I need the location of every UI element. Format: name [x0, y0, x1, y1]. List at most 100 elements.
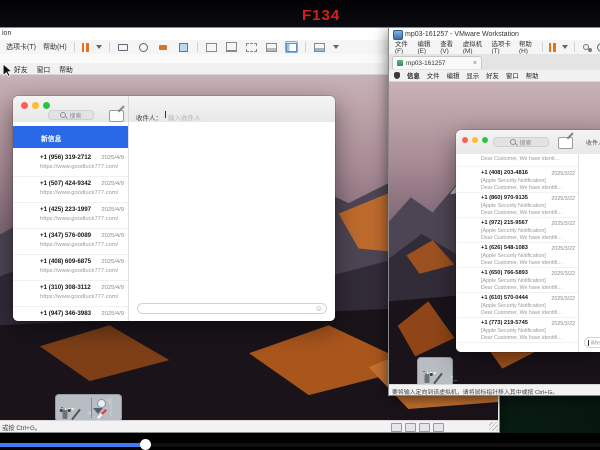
messages-app-window: 搜索 收件人 Dear Customer, We have identi… +1… [456, 130, 600, 352]
compose-button[interactable] [558, 137, 573, 149]
menu-help[interactable]: 帮助(H) [519, 39, 536, 55]
zoom-button[interactable] [482, 137, 488, 143]
menu-edit[interactable]: 编辑(E) [417, 39, 434, 55]
pause-vm-icon[interactable] [82, 43, 89, 52]
pause-dropdown-icon[interactable] [562, 45, 568, 49]
conversation-item[interactable]: +1 (947) 346-3983 2025/4/9 [13, 306, 128, 321]
menu-tabs[interactable]: 选项卡(T) [6, 42, 36, 52]
conversation-item[interactable]: +1 (408) 609-6875 2025/4/9 https://www.g… [13, 254, 128, 281]
conversation-item[interactable]: +1 (956) 319-2712 2025/4/9 https://www.g… [13, 150, 128, 177]
conversation-item[interactable]: +1 (507) 424-9342 2025/4/9 https://www.g… [13, 176, 128, 203]
snapshot-manage-icon[interactable] [177, 41, 190, 53]
text-caret [588, 340, 589, 346]
menu-file[interactable]: 文件(F) [395, 39, 411, 55]
menu-buddies[interactable]: 好友 [14, 64, 28, 74]
separator [542, 42, 543, 52]
separator [197, 42, 198, 52]
to-field-placeholder[interactable]: 输入收件人 [168, 112, 201, 122]
menu-help[interactable]: 帮助(H) [43, 42, 67, 52]
conversation-item[interactable]: +1 (310) 308-3112 2025/4/9 https://www.g… [13, 280, 128, 307]
snapshot-revert-icon[interactable] [137, 41, 150, 53]
conversation-item[interactable]: +1 (650) 766-5893 2025/3/22 [Apple Secur… [456, 267, 578, 293]
menu-tabs[interactable]: 选项卡(T) [492, 39, 513, 55]
usb-status-icon[interactable] [433, 423, 444, 432]
player-progress-knob[interactable] [140, 439, 151, 450]
conversation-list: Dear Customer, We have identi… +1 (408) … [456, 154, 579, 352]
menu-view[interactable]: 查看(V) [440, 39, 457, 55]
menu-help[interactable]: 帮助 [526, 71, 539, 80]
thumbnail-bar-icon[interactable] [313, 41, 326, 53]
search-icon [60, 112, 66, 118]
separator [574, 42, 575, 52]
minimize-button[interactable] [472, 137, 478, 143]
menu-window[interactable]: 窗口 [37, 64, 51, 74]
vmware-statusbar: 或按 Ctrl+G。 [0, 420, 499, 432]
ctrl-alt-del-icon[interactable] [581, 41, 591, 53]
conversation-item[interactable]: +1 (860) 970-9135 2025/3/22 [Apple Secur… [456, 192, 578, 218]
tab-close-icon[interactable]: × [473, 60, 477, 67]
message-input[interactable]: ☺ [137, 303, 327, 314]
minimize-button[interactable] [32, 102, 39, 109]
dock [417, 357, 453, 387]
close-button[interactable] [462, 137, 468, 143]
compose-button[interactable] [109, 110, 124, 122]
search-icon [510, 139, 516, 145]
conversation-item[interactable]: +1 (972) 215-9567 2025/3/22 [Apple Secur… [456, 217, 578, 243]
snapshot-take-icon[interactable] [157, 41, 170, 53]
search-input[interactable]: 搜索 [48, 110, 94, 120]
vm-screen[interactable]: 信息 文件 编辑 显示 好友 窗口 帮助 [389, 70, 600, 387]
console-view-icon[interactable] [205, 41, 218, 53]
watermark-label: F134 [302, 7, 340, 24]
unity-mode-icon[interactable] [245, 41, 258, 53]
messages-titlebar[interactable]: 搜索 收件人： 输入收件人 [13, 96, 335, 123]
emoji-picker-icon[interactable]: ☺ [315, 305, 323, 313]
menu-window[interactable]: 窗口 [506, 71, 519, 80]
menu-vm[interactable]: 虚拟机(M) [463, 39, 486, 55]
conversation-new-message[interactable]: 新信息 [13, 126, 128, 148]
conversation-item[interactable]: +1 (626) 548-1083 2025/3/22 [Apple Secur… [456, 242, 578, 268]
cdrom-status-icon[interactable] [405, 423, 416, 432]
fullscreen-icon[interactable] [225, 41, 238, 53]
separator [109, 42, 110, 52]
menu-messages-app[interactable]: 信息 [407, 71, 420, 80]
menu-buddies[interactable]: 好友 [486, 71, 499, 80]
search-input[interactable]: 搜索 [493, 137, 549, 147]
video-top-band [0, 0, 600, 27]
separator [74, 42, 75, 52]
menu-view[interactable]: 显示 [466, 71, 479, 80]
pane-divider [128, 96, 129, 122]
conversation-item[interactable]: +1 (610) 570-0444 2025/3/22 [Apple Secur… [456, 292, 578, 318]
message-input[interactable]: iMessage [584, 337, 600, 348]
conversation-item-partial[interactable]: Dear Customer, We have identi… [456, 154, 578, 167]
dock-documents-icon[interactable] [110, 399, 112, 417]
apple-menu-icon[interactable] [394, 72, 400, 79]
hard-disk-status-icon[interactable] [391, 423, 402, 432]
player-progress-fill [0, 443, 144, 447]
vm-state-icon [397, 60, 403, 66]
vm-tab[interactable]: mp03-161257 × [392, 56, 482, 69]
pause-dropdown-icon[interactable] [96, 45, 102, 49]
text-caret [165, 111, 166, 118]
resize-grip[interactable] [489, 422, 498, 431]
conversation-item[interactable]: +1 (347) 576-0089 2025/4/9 https://www.g… [13, 228, 128, 255]
conversation-item[interactable]: +1 (408) 203-4816 2025/3/22 [Apple Secur… [456, 167, 578, 193]
conversation-item[interactable]: +1 (773) 219-5745 2025/3/22 [Apple Secur… [456, 317, 578, 343]
thumbnail-dropdown-icon[interactable] [333, 45, 339, 49]
messages-titlebar[interactable]: 搜索 收件人 [456, 130, 600, 155]
conversation-pane: ☺ [129, 122, 335, 321]
zoom-button[interactable] [43, 102, 50, 109]
pause-vm-icon[interactable] [549, 43, 556, 52]
menu-help[interactable]: 帮助 [59, 64, 73, 74]
network-status-icon[interactable] [419, 423, 430, 432]
to-field-label: 收件人： [136, 112, 162, 122]
conversation-item[interactable]: +1 (425) 223-1997 2025/4/9 https://www.g… [13, 202, 128, 229]
macos-menubar: 信息 文件 编辑 显示 好友 窗口 帮助 [389, 70, 600, 82]
menu-file[interactable]: 文件 [427, 71, 440, 80]
exclusive-mode-icon[interactable] [265, 41, 278, 53]
ctrl-alt-del-icon[interactable] [117, 41, 130, 53]
library-panel-icon[interactable] [285, 41, 298, 53]
video-bottom-band [0, 433, 600, 450]
window-title: mp03-161257 - VMware Workstation [405, 31, 519, 38]
menu-edit[interactable]: 编辑 [447, 71, 460, 80]
close-button[interactable] [21, 102, 28, 109]
